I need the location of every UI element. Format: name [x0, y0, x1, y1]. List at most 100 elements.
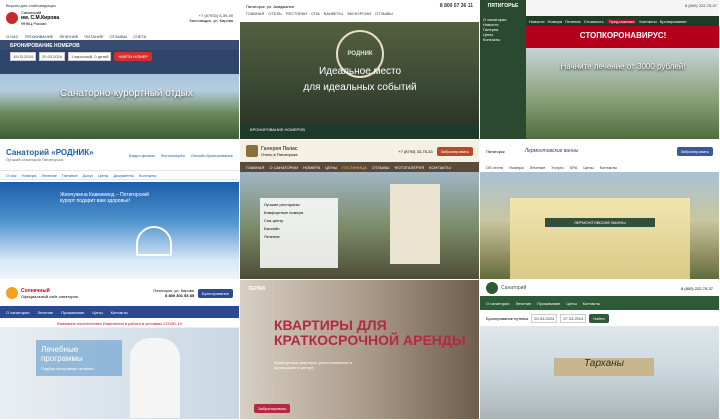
- main-nav: ГЛАВНАЯ О САНАТОРИИ НОМЕРА ЦЕНЫ ГОСТИНИЦ…: [240, 162, 479, 172]
- phones[interactable]: 8 (800) 222-75-37: [529, 3, 717, 8]
- nav-item[interactable]: ЭКСКУРСИИ: [347, 11, 371, 16]
- booking-form: Бронирование путевок 20.03.2024 27.03.20…: [480, 310, 719, 326]
- nav-item[interactable]: СЧЕТА: [133, 34, 146, 39]
- nav-item[interactable]: Цены: [583, 165, 593, 170]
- nav-item[interactable]: Контакты: [139, 173, 156, 178]
- nav-item[interactable]: ЛЕЧЕНИЕ: [59, 34, 78, 39]
- nav-item[interactable]: Номера: [509, 165, 524, 170]
- phones[interactable]: +7 (8793) 33-75-33: [398, 149, 432, 154]
- nav-item[interactable]: Питание: [62, 173, 78, 178]
- book-button[interactable]: Забронировать: [676, 146, 713, 156]
- phones[interactable]: 8 800 301 53 85: [153, 293, 194, 298]
- nav-item[interactable]: ФОТОГАЛЕРЕЯ: [394, 165, 424, 170]
- brand-desc: Официальный сайт санатория: [21, 293, 78, 299]
- guests-field[interactable]: 1 взрослый, 0 детей: [68, 52, 112, 61]
- nav-item[interactable]: ОТЗЫВЫ: [372, 165, 390, 170]
- search-room-button[interactable]: НАЙТИ НОМЕР: [114, 52, 152, 61]
- programs-card[interactable]: Лечебные программы Подбор программы лече…: [36, 340, 122, 376]
- logo-icon: [6, 12, 18, 24]
- nav-item[interactable]: О САНАТОРИИ: [269, 165, 298, 170]
- nav-item[interactable]: SPA: [570, 165, 578, 170]
- hero-text: Жемчужина Кавминвод – Пятигорский курорт…: [60, 192, 149, 204]
- main-nav: О санатории Лечение Проживание Цены Конт…: [0, 306, 239, 318]
- nav-item[interactable]: О нас: [6, 173, 17, 178]
- tile-terma-apartments: ТЕРМА КВАРТИРЫ ДЛЯ КРАТКОСРОЧНОЙ АРЕНДЫ …: [240, 280, 480, 420]
- nav-item[interactable]: О санатории: [486, 301, 510, 306]
- phone[interactable]: 8 800 07 36 11: [440, 3, 473, 9]
- tab[interactable]: Лечение: [565, 19, 581, 24]
- phone[interactable]: 8 (800) 222-75-37: [681, 286, 713, 291]
- nav-item[interactable]: Лечение: [516, 301, 532, 306]
- booking-bar[interactable]: БРОНИРОВАНИЕ НОМЕРОВ: [240, 124, 479, 139]
- feature: Спа-центр: [264, 218, 284, 223]
- tile-lermontov-baths: Пятигорск Лермонтовские ванны Заброниров…: [480, 140, 720, 280]
- nav-item[interactable]: Услуги: [551, 165, 563, 170]
- nav-item[interactable]: О санатории: [6, 310, 30, 315]
- nav-item[interactable]: Документы: [113, 173, 134, 178]
- nav-item[interactable]: Лечение: [530, 165, 546, 170]
- nav-item[interactable]: Контакты: [583, 301, 600, 306]
- booking-bar: БРОНИРОВАНИЕ НОМЕРОВ 19.03.2024 20.03.20…: [0, 40, 239, 74]
- main-nav: О санатории Лечение Проживание Цены Конт…: [480, 296, 719, 310]
- programs-subtitle: Подбор программы лечения: [41, 366, 94, 371]
- book-button[interactable]: Бронирование: [198, 288, 233, 298]
- alert-banner[interactable]: СТОПКОРОНАВИРУС!: [526, 26, 719, 48]
- feature: Лечение: [264, 234, 280, 239]
- tile-kirov-sanatorium: Версия для слабовидящих Санаторий им. С.…: [0, 0, 240, 140]
- video-link[interactable]: Видео-фильм: [129, 153, 155, 158]
- nav-item[interactable]: СПА: [311, 11, 319, 16]
- tab[interactable]: Номера: [547, 19, 562, 24]
- feature: Бассейн: [264, 226, 280, 231]
- nav-item[interactable]: Контакты: [111, 310, 128, 315]
- nav-item[interactable]: НОМЕРА: [303, 165, 320, 170]
- nav-item[interactable]: КОНТАКТЫ: [429, 165, 451, 170]
- find-button[interactable]: Найти: [589, 313, 609, 323]
- tile-rodnik-hotel: Пятигорск, ул. Акаджанян 8 800 07 36 11 …: [240, 0, 480, 140]
- hero-line1: Идеальное место: [318, 66, 402, 77]
- nav-item[interactable]: Номера: [22, 173, 37, 178]
- photos-link[interactable]: Фотогалерея: [161, 153, 185, 158]
- nav-item[interactable]: ОТЗЫВЫ: [375, 11, 393, 16]
- nav-item[interactable]: ПИТАНИЕ: [84, 34, 103, 39]
- accessibility-link[interactable]: Версия для слабовидящих: [6, 3, 233, 8]
- tab[interactable]: Бронирование: [660, 19, 687, 24]
- nav-item[interactable]: О НАС: [6, 34, 19, 39]
- nav-item[interactable]: ГЛАВНАЯ: [246, 165, 264, 170]
- tab[interactable]: Стоимость: [584, 19, 604, 24]
- nav-item[interactable]: Проживание: [61, 310, 84, 315]
- nav-item[interactable]: РЕСТОРАН: [286, 11, 307, 16]
- nav-item[interactable]: ЦЕНЫ: [325, 165, 337, 170]
- side-item[interactable]: Контакты: [483, 37, 523, 42]
- hero-line2: КРАТКОСРОЧНОЙ АРЕНДЫ: [274, 332, 466, 348]
- nav-item[interactable]: Лечение: [38, 310, 54, 315]
- date-out-field[interactable]: 20.03.2024: [39, 52, 66, 61]
- nav-item[interactable]: ГОСТИНИЦА: [342, 165, 367, 170]
- nav-item[interactable]: Цены: [92, 310, 102, 315]
- sidebar: ПЯТИГОРЬЕ О санатории Новости Галерея Це…: [480, 0, 526, 139]
- nav-item[interactable]: ГЛАВНАЯ: [246, 11, 264, 16]
- book-button[interactable]: Забронировать: [436, 146, 473, 156]
- nav-item[interactable]: Цены: [98, 173, 108, 178]
- tab[interactable]: Предложения: [606, 18, 637, 24]
- nav-item[interactable]: ОТЕЛЬ: [268, 11, 281, 16]
- covid-warning[interactable]: Внимание посетителям! Изменения в работе…: [0, 318, 239, 328]
- nav-item[interactable]: Досуг: [83, 173, 93, 178]
- tab[interactable]: Контакты: [639, 19, 656, 24]
- book-button[interactable]: Забронировать: [254, 404, 291, 413]
- hero-line1: КВАРТИРЫ ДЛЯ: [274, 317, 387, 333]
- date-in-field[interactable]: 20.03.2024: [531, 313, 558, 323]
- date-in-field[interactable]: 19.03.2024: [10, 52, 37, 61]
- nav-item[interactable]: Цены: [566, 301, 576, 306]
- nav-item[interactable]: ОТЗЫВЫ: [110, 34, 128, 39]
- nav-item[interactable]: Контакты: [600, 165, 617, 170]
- tab[interactable]: Новости: [529, 19, 544, 24]
- nav-item[interactable]: Об отеле: [486, 165, 503, 170]
- tabs: Новости Номера Лечение Стоимость Предлож…: [526, 16, 719, 26]
- nav-item[interactable]: Проживание: [537, 301, 560, 306]
- nav-item[interactable]: Лечение: [41, 173, 57, 178]
- online-booking-link[interactable]: Онлайн-бронирование: [191, 153, 233, 158]
- date-out-field[interactable]: 27.03.2024: [560, 313, 587, 323]
- nav-item[interactable]: БАНКЕТЫ: [324, 11, 343, 16]
- hero-title: Санаторно-курортный отдых: [60, 88, 193, 99]
- nav-item[interactable]: ПРОЖИВАНИЕ: [25, 34, 54, 39]
